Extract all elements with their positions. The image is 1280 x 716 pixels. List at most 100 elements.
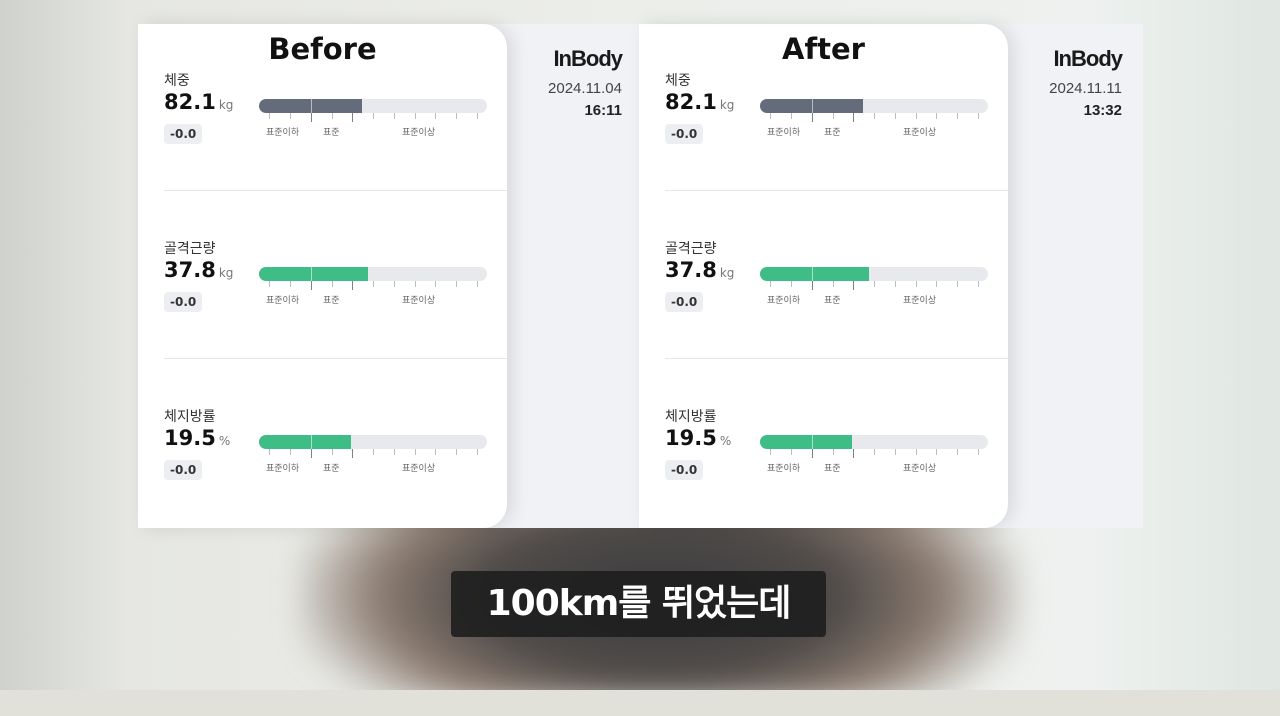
metric-change-badge: -0.0	[665, 460, 704, 480]
scale-label-above: 표준이상	[903, 128, 937, 138]
scale-tick	[895, 113, 896, 119]
scale-label-normal: 표준	[323, 296, 340, 306]
inbody-logo: InBody	[553, 46, 623, 71]
scale-tick	[415, 281, 416, 287]
scale-label-below: 표준이하	[266, 464, 300, 474]
scale-label-above: 표준이상	[402, 296, 436, 306]
scale-tick	[770, 113, 771, 119]
scale-tick	[936, 449, 937, 455]
measure-date: 2024.11.04	[548, 80, 622, 97]
metric-bar	[760, 435, 988, 449]
metric-bar	[259, 435, 487, 449]
scale-tick	[477, 449, 478, 455]
scale-tick	[812, 281, 813, 290]
metric-value: 37.8 kg	[164, 258, 234, 282]
scale-tick	[456, 281, 457, 287]
scale-tick	[874, 449, 875, 455]
scale-tick	[373, 449, 374, 455]
scale-tick	[895, 281, 896, 287]
scale-label-below: 표준이하	[266, 128, 300, 138]
scale-tick	[290, 113, 291, 119]
scale-tick	[311, 281, 312, 290]
scale-tick	[332, 449, 333, 455]
inbody-logo: InBody	[1053, 46, 1123, 71]
scale-tick	[895, 449, 896, 455]
metric-unit: kg	[218, 98, 234, 112]
subtitle-caption: 100km를 뛰었는데	[451, 571, 826, 637]
measure-date: 2024.11.11	[1049, 80, 1122, 97]
scale-label-below: 표준이하	[767, 464, 801, 474]
scale-tick	[456, 449, 457, 455]
metric-unit: %	[218, 434, 231, 448]
scale-tick	[352, 281, 353, 290]
scale-label-above: 표준이상	[903, 296, 937, 306]
scale-tick	[290, 449, 291, 455]
divider	[665, 358, 1008, 359]
background-band	[0, 690, 1280, 716]
scale-tick	[311, 113, 312, 122]
scale-tick	[957, 449, 958, 455]
metric-value: 82.1 kg	[164, 90, 234, 114]
scale-ticks	[760, 449, 988, 459]
scale-tick	[394, 113, 395, 119]
scale-tick	[477, 113, 478, 119]
scale-tick	[394, 449, 395, 455]
scale-tick	[874, 113, 875, 119]
metric-value: 37.8 kg	[665, 258, 735, 282]
metric-weight: 체중 82.1 kg -0.0 표준이하 표준 표준이상	[665, 70, 1008, 190]
metric-label: 체중	[665, 73, 691, 89]
scale-tick	[833, 449, 834, 455]
scale-tick	[916, 113, 917, 119]
scale-label-normal: 표준	[824, 296, 841, 306]
metric-change-badge: -0.0	[164, 460, 203, 480]
measure-time: 13:32	[1083, 102, 1122, 119]
scale-tick	[791, 449, 792, 455]
bar-divider	[311, 435, 312, 449]
scale-tick	[311, 449, 312, 458]
metric-value: 19.5%	[665, 426, 732, 450]
scale-tick	[269, 449, 270, 455]
metric-label: 골격근량	[665, 241, 717, 257]
scale-tick	[770, 281, 771, 287]
scale-tick	[456, 113, 457, 119]
scale-tick	[833, 281, 834, 287]
scale-tick	[269, 281, 270, 287]
metric-skeletal-muscle: 골격근량 37.8 kg -0.0 표준이하 표준 표준이상	[164, 238, 507, 358]
panel-title: Before	[268, 32, 377, 66]
scale-tick	[415, 449, 416, 455]
metric-body-fat: 체지방률 19.5% -0.0 표준이하 표준 표준이상	[164, 406, 507, 526]
scale-ticks	[259, 113, 487, 123]
metric-bar	[760, 99, 988, 113]
metric-bar	[259, 99, 487, 113]
scale-tick	[874, 281, 875, 287]
metric-value: 19.5%	[164, 426, 231, 450]
scale-tick	[332, 281, 333, 287]
scale-tick	[332, 113, 333, 119]
metric-unit: kg	[719, 266, 735, 280]
scale-tick	[978, 113, 979, 119]
bar-divider	[812, 435, 813, 449]
scale-label-above: 표준이상	[402, 464, 436, 474]
divider	[164, 358, 507, 359]
metric-change-badge: -0.0	[665, 292, 704, 312]
scale-tick	[916, 281, 917, 287]
scale-tick	[833, 113, 834, 119]
scale-tick	[435, 113, 436, 119]
scale-tick	[373, 281, 374, 287]
scale-tick	[269, 113, 270, 119]
scale-label-above: 표준이상	[903, 464, 937, 474]
scale-tick	[936, 281, 937, 287]
scale-tick	[435, 281, 436, 287]
metric-bar-fill	[760, 435, 853, 449]
bar-divider	[812, 99, 813, 113]
divider	[164, 190, 507, 191]
metric-change-badge: -0.0	[665, 124, 704, 144]
bar-divider	[311, 99, 312, 113]
scale-tick	[812, 113, 813, 122]
scale-tick	[373, 113, 374, 119]
metric-value: 82.1 kg	[665, 90, 735, 114]
after-card: After 체중 82.1 kg -0.0 표준이하 표준 표준이상 골격근량 3…	[639, 24, 1008, 528]
scale-tick	[290, 281, 291, 287]
scale-tick	[791, 281, 792, 287]
scale-tick	[812, 449, 813, 458]
